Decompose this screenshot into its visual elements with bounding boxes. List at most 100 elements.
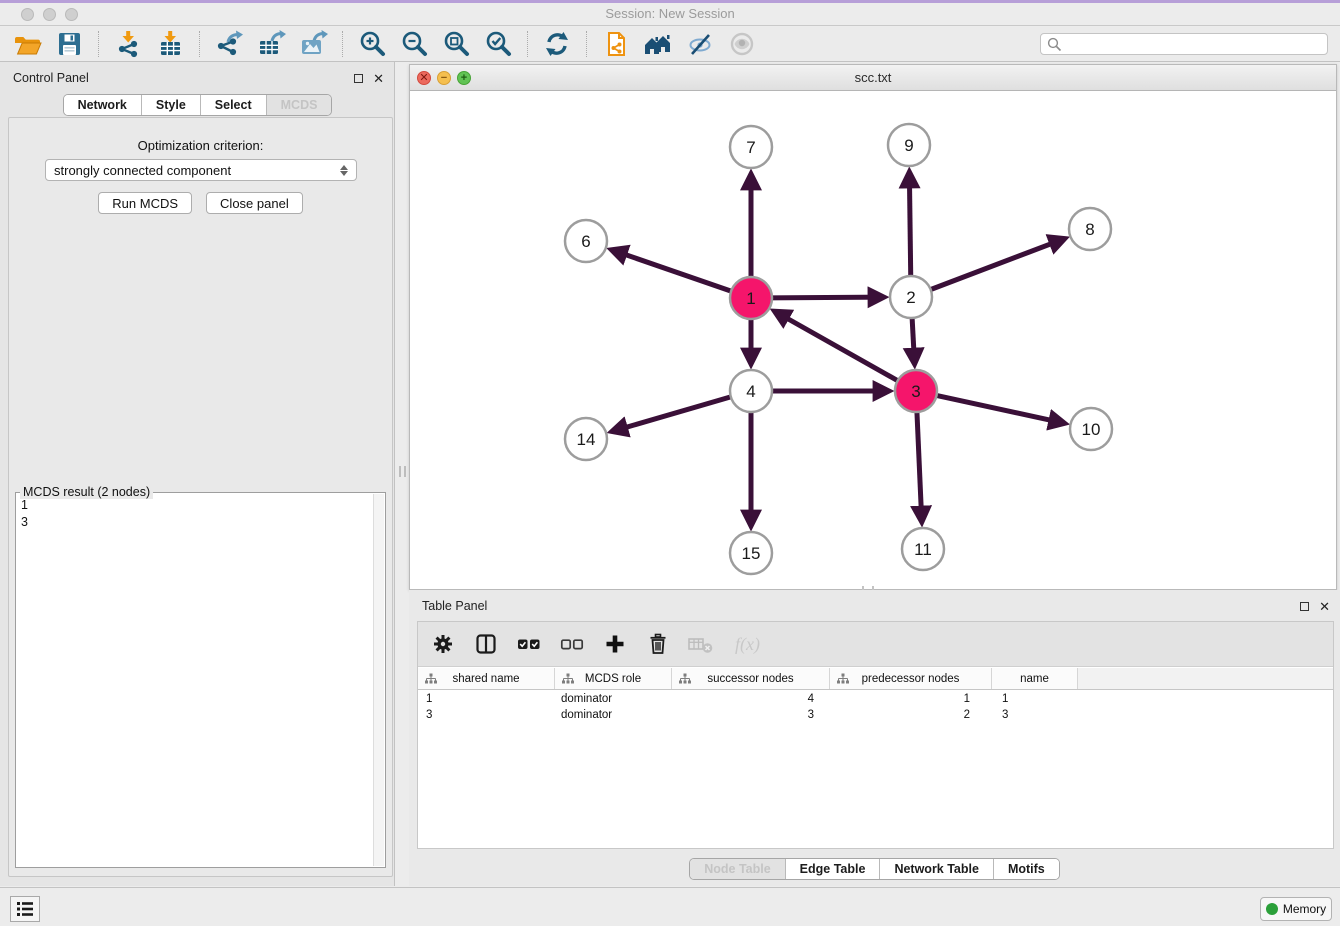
close-panel-icon[interactable]: ✕: [373, 72, 384, 85]
memory-status-dot: [1266, 903, 1278, 915]
zoom-fit-button[interactable]: [438, 28, 474, 60]
graph-edge-3-10[interactable]: [934, 395, 1064, 423]
table-settings-button[interactable]: [430, 631, 456, 657]
home-icon: [642, 29, 674, 59]
window-title: Session: New Session: [0, 3, 1340, 25]
save-session-button[interactable]: [51, 28, 87, 60]
float-table-panel-icon[interactable]: [1300, 602, 1309, 611]
hide-details-button[interactable]: [682, 28, 718, 60]
zoom-selected-icon: [483, 29, 513, 59]
table-row[interactable]: 3dominator323: [418, 707, 1333, 723]
close-table-panel-icon[interactable]: ✕: [1319, 600, 1330, 613]
optimization-criterion-select[interactable]: strongly connected component: [45, 159, 357, 181]
add-column-button[interactable]: [602, 631, 628, 657]
titlebar: Session: New Session: [0, 3, 1340, 26]
zoom-in-button[interactable]: [354, 28, 390, 60]
column-header-mcds-role[interactable]: MCDS role: [555, 668, 672, 689]
svg-text:15: 15: [742, 544, 761, 563]
graph-edge-1-6[interactable]: [612, 250, 734, 292]
table-cell: 4: [672, 693, 830, 705]
graph-node-6[interactable]: 6: [565, 220, 607, 262]
graph-node-3[interactable]: 3: [895, 370, 937, 412]
table-cell: dominator: [555, 709, 672, 721]
maximize-window-button[interactable]: [65, 8, 78, 21]
export-table-button[interactable]: [253, 28, 289, 60]
task-list-button[interactable]: [10, 896, 40, 922]
table-cell: 1: [830, 693, 992, 705]
maximize-network-button[interactable]: +: [457, 71, 471, 85]
result-scrollbar[interactable]: [373, 494, 384, 866]
mcds-panel: Optimization criterion: strongly connect…: [8, 117, 393, 877]
close-window-button[interactable]: [21, 8, 34, 21]
graph-node-8[interactable]: 8: [1069, 208, 1111, 250]
network-canvas[interactable]: 7 9 6 8 1 2 4 3 14 10 15 11: [410, 91, 1336, 589]
import-network-button[interactable]: [110, 28, 146, 60]
memory-label: Memory: [1283, 902, 1326, 916]
graph-node-10[interactable]: 10: [1070, 408, 1112, 450]
open-session-button[interactable]: [9, 28, 45, 60]
graph-node-2[interactable]: 2: [890, 276, 932, 318]
table-row[interactable]: 1dominator411: [418, 691, 1333, 707]
zoom-fit-icon: [441, 29, 471, 59]
tab-network-table[interactable]: Network Table: [879, 859, 993, 879]
trash-icon: [647, 633, 669, 655]
function-builder-button: f(x): [731, 631, 769, 657]
graph-node-9[interactable]: 9: [888, 124, 930, 166]
tab-node-table[interactable]: Node Table: [690, 859, 784, 879]
gear-icon: [432, 633, 454, 655]
graph-edge-4-14[interactable]: [613, 396, 734, 431]
export-image-button[interactable]: [295, 28, 331, 60]
float-panel-icon[interactable]: [354, 74, 363, 83]
minimize-network-button[interactable]: −: [437, 71, 451, 85]
mcds-result-list[interactable]: 1 3: [18, 497, 371, 865]
zoom-selected-button[interactable]: [480, 28, 516, 60]
deselect-all-columns-button[interactable]: [559, 631, 585, 657]
close-panel-button[interactable]: Close panel: [206, 192, 303, 214]
graph-node-1[interactable]: 1: [730, 277, 772, 319]
graph-node-11[interactable]: 11: [902, 528, 944, 570]
attribute-icon: [562, 673, 574, 685]
column-header-predecessor-nodes[interactable]: predecessor nodes: [830, 668, 992, 689]
zoom-out-button[interactable]: [396, 28, 432, 60]
memory-button[interactable]: Memory: [1260, 897, 1332, 921]
graph-node-4[interactable]: 4: [730, 370, 772, 412]
column-header-name[interactable]: name: [992, 668, 1078, 689]
graph-edge-1-2[interactable]: [769, 297, 883, 298]
graph-node-7[interactable]: 7: [730, 126, 772, 168]
select-stepper-icon: [340, 165, 348, 176]
close-network-button[interactable]: ✕: [417, 71, 431, 85]
search-box: [1040, 33, 1328, 55]
graph-edge-2-9[interactable]: [909, 173, 910, 279]
column-header-shared-name[interactable]: shared name: [418, 668, 555, 689]
panel-splitter-handle[interactable]: [399, 466, 406, 477]
zoom-out-icon: [399, 29, 429, 59]
home-button[interactable]: [640, 28, 676, 60]
minimize-window-button[interactable]: [43, 8, 56, 21]
tab-network[interactable]: Network: [64, 95, 141, 115]
toolbar-separator: [342, 31, 343, 57]
tab-select[interactable]: Select: [200, 95, 266, 115]
tab-motifs[interactable]: Motifs: [993, 859, 1059, 879]
select-all-columns-button[interactable]: [516, 631, 542, 657]
split-view-button[interactable]: [473, 631, 499, 657]
network-from-file-button[interactable]: [598, 28, 634, 60]
delete-column-button[interactable]: [645, 631, 671, 657]
run-mcds-button[interactable]: Run MCDS: [98, 192, 192, 214]
tab-mcds[interactable]: MCDS: [266, 95, 332, 115]
graph-node-15[interactable]: 15: [730, 532, 772, 574]
refresh-layout-button[interactable]: [539, 28, 575, 60]
graph-edge-3-1[interactable]: [775, 312, 900, 382]
split-columns-icon: [475, 633, 497, 655]
graph-edge-2-8[interactable]: [928, 239, 1064, 291]
svg-text:1: 1: [746, 289, 755, 308]
column-header-successor-nodes[interactable]: successor nodes: [672, 668, 830, 689]
export-network-button[interactable]: [211, 28, 247, 60]
graph-node-14[interactable]: 14: [565, 418, 607, 460]
search-input[interactable]: [1040, 33, 1328, 55]
tab-edge-table[interactable]: Edge Table: [785, 859, 880, 879]
graph-edge-3-11[interactable]: [917, 409, 922, 521]
tab-style[interactable]: Style: [141, 95, 200, 115]
graph-edge-2-3[interactable]: [912, 315, 915, 363]
import-table-button[interactable]: [152, 28, 188, 60]
column-label: shared name: [452, 673, 519, 685]
